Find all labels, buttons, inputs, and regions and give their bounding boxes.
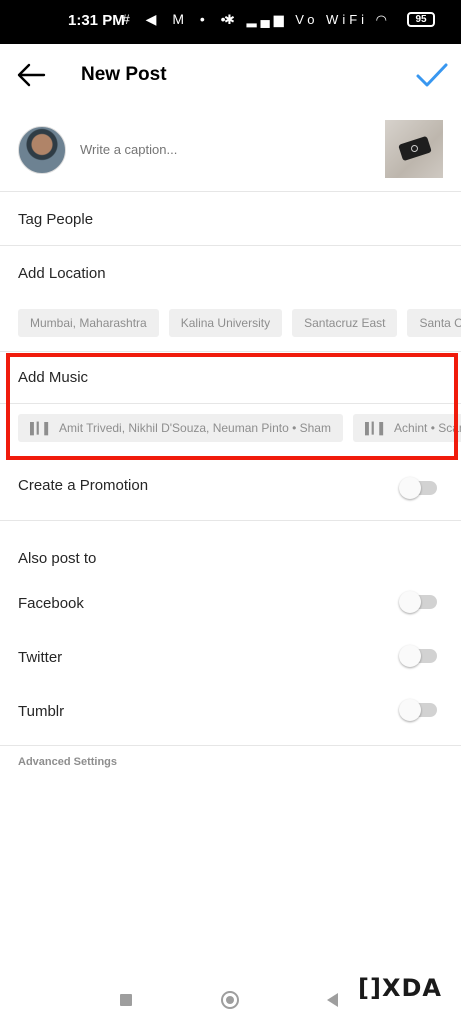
highlight-box: [6, 353, 458, 460]
location-chip[interactable]: Kalina University: [168, 309, 283, 337]
home-icon[interactable]: [221, 991, 239, 1009]
promotion-row: Create a Promotion: [0, 460, 461, 521]
notification-icons: # ◀ M • •: [122, 11, 232, 27]
caption-row: [0, 106, 461, 192]
twitter-label: Twitter: [18, 649, 63, 666]
location-chip[interactable]: Santa Cruz: [407, 309, 461, 337]
post-thumbnail[interactable]: [385, 120, 443, 178]
promotion-label: Create a Promotion: [18, 477, 149, 494]
promotion-toggle[interactable]: [399, 477, 437, 499]
location-chip[interactable]: Santacruz East: [292, 309, 398, 337]
page-title: New Post: [81, 64, 167, 85]
tumblr-label: Tumblr: [18, 703, 65, 720]
facebook-toggle[interactable]: [399, 591, 437, 613]
tumblr-toggle[interactable]: [399, 699, 437, 721]
location-suggestions: Mumbai, Maharashtra Kalina University Sant…: [0, 300, 461, 352]
app-bar: New Post: [0, 44, 461, 106]
add-location-label: Add Location: [18, 265, 106, 282]
status-time: 1:31 PM: [68, 12, 125, 29]
signal-icons: ✱ ▂▄▆ Vo WiFi ◠: [223, 12, 391, 27]
recents-icon[interactable]: [120, 994, 132, 1006]
avatar: [18, 126, 66, 174]
twitter-toggle[interactable]: [399, 645, 437, 667]
xda-watermark-logo: []XDA: [358, 974, 442, 1002]
caption-input[interactable]: [80, 142, 360, 157]
tag-people-label: Tag People: [18, 211, 94, 228]
also-post-heading: Also post to: [18, 550, 97, 567]
status-bar: 1:31 PM # ◀ M • • ✱ ▂▄▆ Vo WiFi ◠ 95: [0, 0, 461, 44]
add-location-row[interactable]: Add Location: [0, 246, 461, 300]
battery-icon: 95: [407, 12, 435, 27]
divider: [0, 745, 461, 746]
back-icon[interactable]: [327, 993, 338, 1007]
tag-people-row[interactable]: Tag People: [0, 192, 461, 246]
advanced-settings-link[interactable]: Advanced Settings: [18, 756, 117, 768]
location-chip[interactable]: Mumbai, Maharashtra: [18, 309, 159, 337]
arrow-left-icon[interactable]: [16, 62, 46, 88]
facebook-label: Facebook: [18, 595, 84, 612]
checkmark-icon[interactable]: [415, 60, 449, 90]
